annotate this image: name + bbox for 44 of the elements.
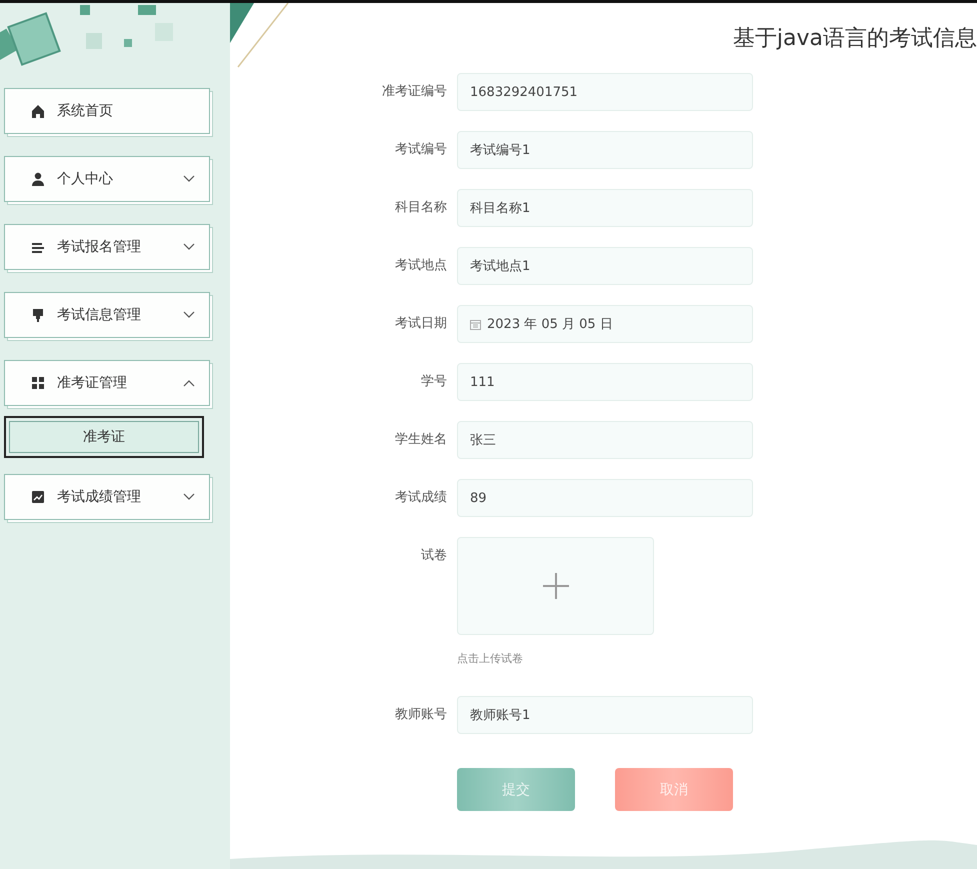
field-label: 考试编号	[394, 141, 447, 159]
person-icon	[31, 172, 45, 186]
grid-icon	[31, 376, 45, 390]
date-field[interactable]: 2023 年 05 月 05 日	[457, 305, 753, 343]
brush-icon	[31, 308, 45, 322]
home-icon	[31, 104, 45, 118]
input-field[interactable]: 1683292401751	[457, 73, 753, 111]
field-label: 学生姓名	[394, 431, 447, 449]
plus-icon	[542, 573, 568, 599]
field-label: 考试日期	[394, 315, 447, 333]
chart-icon	[31, 490, 45, 504]
input-field[interactable]: 考试编号1	[457, 131, 753, 169]
page-title: 基于java语言的考试信息	[732, 25, 977, 53]
field-label: 试卷	[420, 547, 447, 565]
sidebar-item[interactable]: 考试信息管理	[4, 292, 210, 338]
menu-label: 个人中心	[57, 170, 114, 188]
upload-area[interactable]	[457, 537, 654, 635]
input-field[interactable]: 科目名称1	[457, 189, 753, 227]
submenu-item[interactable]: 准考证	[9, 421, 199, 453]
field-label: 考试成绩	[394, 489, 447, 507]
menu-label: 考试成绩管理	[57, 488, 142, 506]
field-label: 科目名称	[394, 199, 447, 217]
sidebar-item[interactable]: 系统首页	[4, 88, 210, 134]
input-field[interactable]: 教师账号1	[457, 696, 753, 734]
field-label: 准考证编号	[381, 83, 447, 101]
sidebar-item[interactable]: 个人中心	[4, 156, 210, 202]
input-field[interactable]: 考试地点1	[457, 247, 753, 285]
menu-label: 考试报名管理	[57, 238, 142, 256]
sidebar-item[interactable]: 准考证管理	[4, 360, 210, 406]
field-label: 考试地点	[394, 257, 447, 275]
menu-label: 准考证管理	[57, 374, 128, 392]
menu-label: 考试信息管理	[57, 306, 142, 324]
menu-label: 系统首页	[57, 102, 114, 120]
sidebar-item[interactable]: 考试报名管理	[4, 224, 210, 270]
input-field[interactable]: 89	[457, 479, 753, 517]
date-value: 2023 年 05 月 05 日	[487, 316, 613, 333]
field-label: 教师账号	[394, 706, 447, 724]
upload-hint: 点击上传试卷	[457, 651, 524, 666]
field-label: 学号	[420, 373, 447, 391]
input-field[interactable]: 张三	[457, 421, 753, 459]
list-icon	[31, 240, 45, 254]
calendar-icon	[470, 318, 481, 330]
input-field[interactable]: 111	[457, 363, 753, 401]
sidebar-item[interactable]: 考试成绩管理	[4, 474, 210, 520]
